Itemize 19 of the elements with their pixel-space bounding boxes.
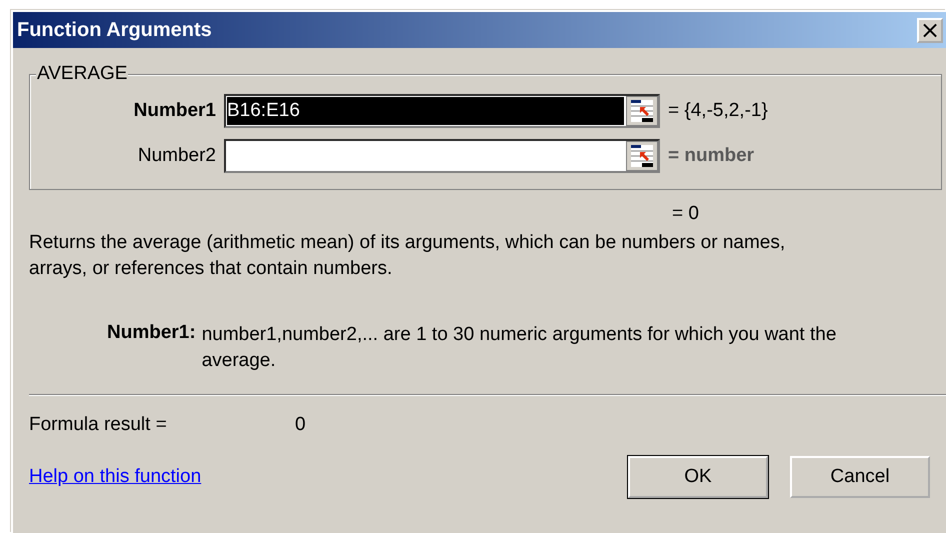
dialog-button[interactable]: Cancel bbox=[790, 456, 930, 498]
argument-label: Number1: bbox=[107, 322, 196, 345]
argument-label: Number1 bbox=[132, 100, 217, 122]
argument-description: number1,number2,... are 1 to 30 numeric arguments for which you want the average. bbox=[202, 323, 838, 373]
close-button[interactable]: × bbox=[917, 18, 943, 42]
collapse-dialog-icon[interactable] bbox=[626, 141, 658, 171]
window-title: Function Arguments bbox=[17, 18, 212, 42]
collapse-dialog-icon[interactable] bbox=[626, 96, 658, 126]
function-description: Returns the average (arithmetic mean) of its arguments, which can be numbers or names, arrays, or references that contain numbers. bbox=[29, 231, 786, 281]
argument-result: = number bbox=[668, 145, 754, 167]
formula-result-value: 0 bbox=[295, 414, 306, 436]
argument-result: = {4,-5,2,-1} bbox=[668, 100, 768, 122]
overall-result: = 0 bbox=[672, 203, 699, 224]
argument-field[interactable] bbox=[224, 139, 660, 173]
dialog-button[interactable]: OK bbox=[628, 456, 768, 498]
argument-label: Number2 bbox=[136, 145, 217, 167]
formula-result-label: Formula result = bbox=[29, 414, 168, 436]
help-link[interactable]: Help on this function bbox=[29, 466, 202, 488]
argument-field[interactable]: B16:E16 bbox=[224, 94, 660, 128]
